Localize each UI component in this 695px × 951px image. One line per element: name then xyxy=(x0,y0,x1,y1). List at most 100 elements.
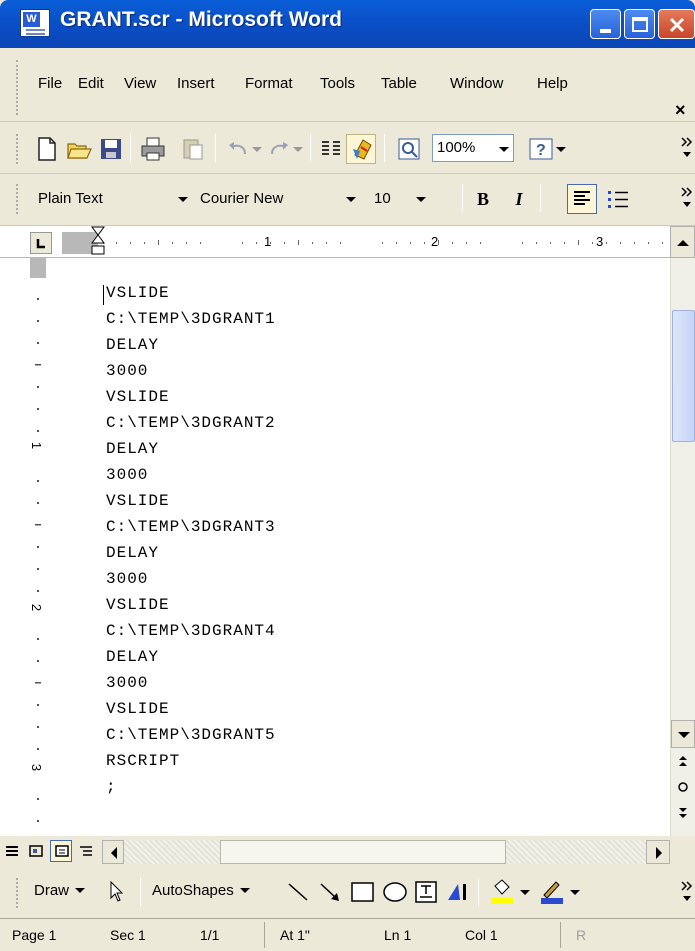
web-layout-view-icon[interactable] xyxy=(28,844,44,858)
toolbar-separator xyxy=(540,184,541,212)
draw-menu[interactable]: Draw xyxy=(34,882,86,899)
bullets-icon[interactable] xyxy=(605,186,631,212)
toolbar-separator xyxy=(310,134,311,162)
arrow-up-icon xyxy=(677,240,689,246)
drawing-toggle-button[interactable] xyxy=(346,134,376,164)
arrow-right-icon xyxy=(656,847,662,859)
maximize-button[interactable] xyxy=(624,9,655,39)
document-line: VSLIDE xyxy=(106,596,170,614)
horizontal-scroll-track[interactable] xyxy=(124,840,646,864)
text-box-tool-icon[interactable] xyxy=(414,880,438,904)
wordart-tool-icon[interactable] xyxy=(444,880,470,904)
line-tool-icon[interactable] xyxy=(286,880,310,904)
italic-button[interactable]: I xyxy=(506,186,532,212)
vruler-margin xyxy=(30,258,46,278)
print-icon[interactable] xyxy=(140,136,166,162)
drawing-icon xyxy=(353,139,372,160)
toolbar-options-icon[interactable] xyxy=(680,878,694,906)
normal-view-icon[interactable] xyxy=(4,844,20,858)
select-objects-icon[interactable] xyxy=(108,880,126,904)
scroll-down-button[interactable] xyxy=(671,720,695,748)
font-combo[interactable]: Courier New xyxy=(196,184,362,214)
autoshapes-menu[interactable]: AutoShapes xyxy=(152,882,250,899)
style-value: Plain Text xyxy=(38,190,103,207)
align-left-icon xyxy=(574,191,590,205)
draw-menu-label: Draw xyxy=(34,882,70,899)
title-bar[interactable]: W GRANT.scr - Microsoft Word xyxy=(0,0,695,48)
menubar-grip[interactable] xyxy=(16,60,20,115)
status-column: Col 1 xyxy=(465,927,498,943)
outline-view-icon[interactable] xyxy=(78,844,94,858)
toolbar-options-icon[interactable] xyxy=(680,134,694,162)
menu-help[interactable]: Help xyxy=(537,75,568,92)
style-combo[interactable]: Plain Text xyxy=(30,184,188,214)
indent-marker-icon[interactable] xyxy=(90,226,106,258)
redo-icon[interactable] xyxy=(266,136,292,162)
open-folder-icon[interactable] xyxy=(66,136,92,162)
toolbar-separator xyxy=(384,134,385,162)
document-line: ; xyxy=(106,778,117,796)
menu-tools[interactable]: Tools xyxy=(320,75,355,92)
align-left-button[interactable] xyxy=(567,184,597,214)
select-browse-object-icon[interactable] xyxy=(677,780,689,794)
document-line: VSLIDE xyxy=(106,284,170,302)
tab-selector-button[interactable] xyxy=(30,232,52,254)
menu-insert[interactable]: Insert xyxy=(177,75,215,92)
arrow-tool-icon[interactable] xyxy=(318,880,342,904)
bold-button[interactable]: B xyxy=(470,186,496,212)
oval-tool-icon[interactable] xyxy=(382,880,408,904)
status-page-count: 1/1 xyxy=(200,927,220,943)
horizontal-ruler[interactable]: 1 2 3 xyxy=(0,226,695,258)
menu-window[interactable]: Window xyxy=(450,75,503,92)
menu-edit[interactable]: Edit xyxy=(78,75,104,92)
columns-icon[interactable] xyxy=(318,136,344,162)
paste-icon[interactable] xyxy=(180,136,206,162)
scroll-right-button[interactable] xyxy=(646,840,670,864)
window-title: GRANT.scr - Microsoft Word xyxy=(60,8,342,31)
toolbar-grip[interactable] xyxy=(16,184,20,214)
toolbar-grip[interactable] xyxy=(16,878,20,908)
chevron-down-icon xyxy=(499,147,509,152)
horizontal-scroll-thumb[interactable] xyxy=(220,840,506,864)
new-document-icon[interactable] xyxy=(34,136,60,162)
rectangle-tool-icon[interactable] xyxy=(350,880,376,904)
save-icon[interactable] xyxy=(98,136,124,162)
status-record-macro[interactable]: R xyxy=(576,927,586,943)
close-document-button[interactable]: × xyxy=(675,100,686,121)
previous-page-icon[interactable] xyxy=(677,754,689,768)
vruler-number: 1 xyxy=(29,441,45,450)
fill-color-icon[interactable] xyxy=(488,878,516,906)
next-page-icon[interactable] xyxy=(677,806,689,820)
close-button[interactable] xyxy=(658,9,695,39)
menu-format[interactable]: Format xyxy=(245,75,293,92)
font-size-combo[interactable]: 10 xyxy=(370,184,434,214)
status-line: Ln 1 xyxy=(384,927,412,943)
print-layout-view-button[interactable] xyxy=(50,840,72,862)
autoshapes-menu-label: AutoShapes xyxy=(152,882,234,899)
zoom-combo-box[interactable]: 100% xyxy=(432,134,514,162)
menu-view[interactable]: View xyxy=(124,75,156,92)
document-page[interactable]: VSLIDE C:\TEMP\3DGRANT1 DELAY 3000 VSLID… xyxy=(66,258,670,836)
vertical-scroll-thumb[interactable] xyxy=(672,310,695,442)
scroll-left-button[interactable] xyxy=(102,840,124,864)
status-page: Page 1 xyxy=(12,927,57,943)
toolbar-options-icon[interactable] xyxy=(680,184,694,212)
help-icon[interactable]: ? xyxy=(528,136,554,162)
scroll-up-button[interactable] xyxy=(670,226,695,258)
vertical-ruler[interactable]: 1 2 3 xyxy=(0,258,66,836)
status-bar: Page 1 Sec 1 1/1 At 1" Ln 1 Col 1 R xyxy=(0,918,695,951)
standard-toolbar: 100% ? xyxy=(0,122,695,283)
word-document-icon: W xyxy=(20,9,50,37)
document-line: DELAY xyxy=(106,544,160,562)
line-color-icon[interactable] xyxy=(538,878,566,906)
menu-table[interactable]: Table xyxy=(381,75,417,92)
undo-icon[interactable] xyxy=(225,136,251,162)
vertical-scrollbar[interactable] xyxy=(670,258,695,836)
document-line: VSLIDE xyxy=(106,492,170,510)
chevron-down-icon xyxy=(75,885,86,895)
minimize-button[interactable] xyxy=(590,9,621,39)
toolbar-grip[interactable] xyxy=(16,134,20,164)
document-map-icon[interactable] xyxy=(396,136,422,162)
menu-file[interactable]: File xyxy=(38,75,62,92)
document-line: VSLIDE xyxy=(106,388,170,406)
